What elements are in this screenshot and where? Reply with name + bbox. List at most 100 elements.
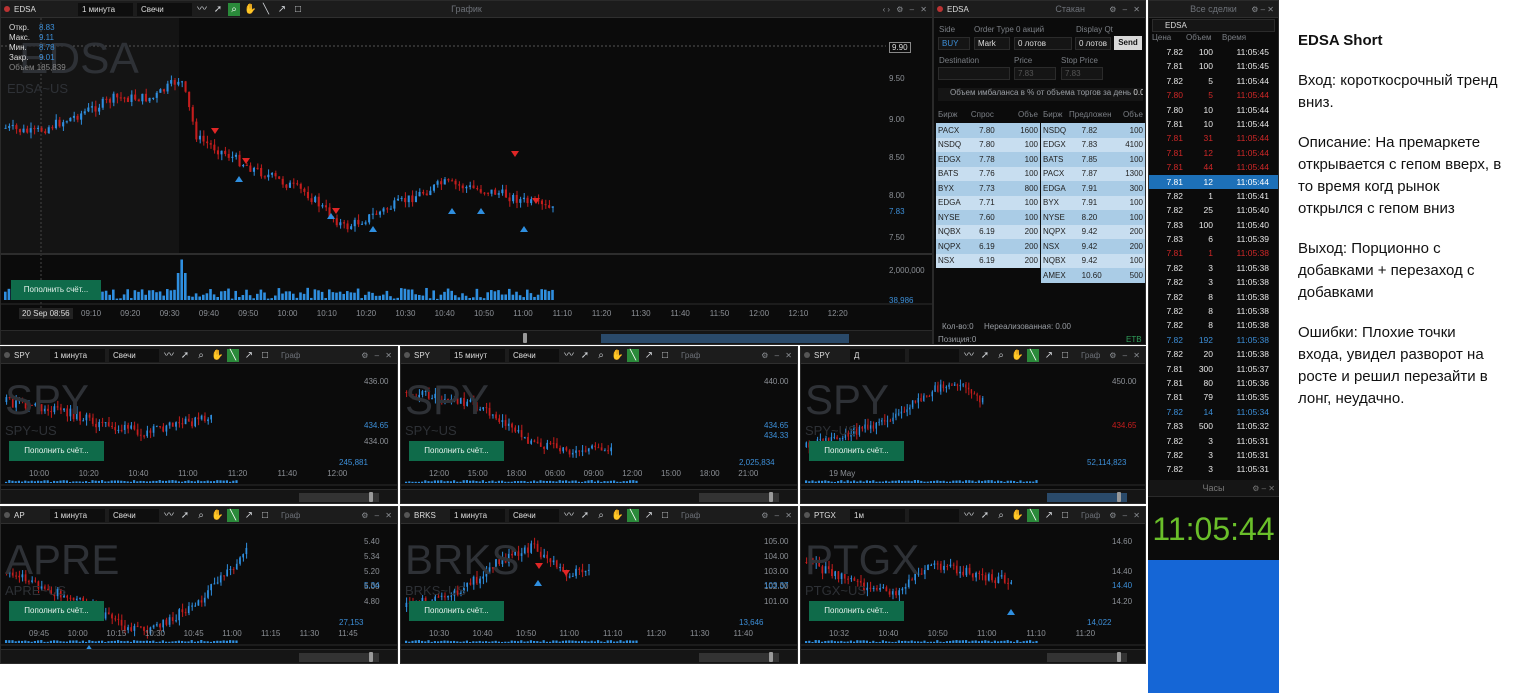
tape-row[interactable]: 7.82 192 11:05:38 [1149,333,1278,347]
interval-select[interactable]: 15 минут [450,348,505,362]
arrow-icon[interactable]: ↗ [643,509,655,522]
zoom-icon[interactable]: ⌕ [228,2,240,16]
book-row[interactable]: NYSE 7.60 100 [936,210,1040,225]
book-row[interactable]: NQPX 9.42 200 [1041,224,1145,239]
book-row[interactable]: NSDQ 7.80 100 [936,137,1040,152]
tape-row[interactable]: 7.82 3 11:05:31 [1149,434,1278,448]
tape-row[interactable]: 7.81 12 11:05:44 [1149,146,1278,160]
tape-row[interactable]: 7.81 300 11:05:37 [1149,362,1278,376]
tape-row[interactable]: 7.83 6 11:05:39 [1149,232,1278,246]
rect-icon[interactable]: □ [259,509,271,522]
zoom-icon[interactable]: ⌕ [595,509,607,522]
quantity-input[interactable]: 0 лотов [1014,37,1072,50]
deposit-button[interactable]: Пополнить счёт... [409,441,504,461]
hand-icon[interactable]: ✋ [211,509,223,522]
line-icon[interactable]: ╲ [1027,508,1039,522]
arrow-icon[interactable]: ↗ [643,349,655,362]
indicator-icon[interactable]: 〰 [563,509,575,522]
hand-icon[interactable]: ✋ [1011,509,1023,522]
tape-row[interactable]: 7.80 5 11:05:44 [1149,88,1278,102]
line-icon[interactable]: ╲ [627,348,639,362]
small-scrollbar[interactable] [801,489,1145,503]
cursor-icon[interactable]: ➚ [979,349,991,362]
link-dot-icon[interactable] [4,6,10,12]
zoom-icon[interactable]: ⌕ [195,509,207,522]
scrollbar-handle[interactable] [769,652,773,662]
interval-select[interactable]: 1 минута [50,508,105,522]
hand-icon[interactable]: ✋ [611,509,623,522]
rect-icon[interactable]: □ [659,349,671,362]
tape-row[interactable]: 7.83 500 11:05:32 [1149,419,1278,433]
arrow-icon[interactable]: ↗ [1043,509,1055,522]
window-controls-icon[interactable]: ⚙ – ✕ [1251,1,1274,18]
line-icon[interactable]: ╲ [627,508,639,522]
rect-icon[interactable]: □ [659,509,671,522]
deposit-button[interactable]: Пополнить счёт... [809,441,904,461]
arrow-icon[interactable]: ↗ [243,509,255,522]
tape-row[interactable]: 7.81 31 11:05:44 [1149,131,1278,145]
tape-symbol-field[interactable]: EDSA [1152,19,1275,32]
link-dot-icon[interactable] [4,352,10,358]
indicator-icon[interactable]: 〰 [196,3,208,16]
book-row[interactable]: NSX 6.19 200 [936,253,1040,268]
book-row[interactable]: NSDQ 7.82 100 [1041,123,1145,138]
line-icon[interactable]: ╲ [227,348,239,362]
window-controls-icon[interactable]: ⚙ – ✕ [1252,480,1275,497]
chart-type-select[interactable]: Свечи [509,348,559,362]
rect-icon[interactable]: □ [259,349,271,362]
scrollbar-handle[interactable] [1117,492,1121,502]
indicator-icon[interactable]: 〰 [963,509,975,522]
book-row[interactable]: EDGX 7.83 4100 [1041,137,1145,152]
deposit-button[interactable]: Пополнить счёт... [409,601,504,621]
book-row[interactable]: PACX 7.80 1600 [936,123,1040,138]
window-controls-icon[interactable]: ⚙ – ✕ [1109,511,1142,520]
interval-select[interactable]: 1 минута [78,2,133,16]
window-controls-icon[interactable]: ⚙ – ✕ [1109,351,1142,360]
link-dot-icon[interactable] [404,352,410,358]
chart-type-select[interactable] [909,348,959,362]
link-dot-icon[interactable] [804,512,810,518]
small-scrollbar[interactable] [1,649,397,663]
tape-row[interactable]: 7.82 8 11:05:38 [1149,290,1278,304]
chart-type-select[interactable]: Свечи [109,508,159,522]
line-icon[interactable]: ╲ [227,508,239,522]
book-row[interactable]: AMEX 10.60 500 [1041,268,1145,283]
scrollbar-handle[interactable] [369,652,373,662]
main-price-chart[interactable] [1,18,933,345]
tape-row[interactable]: 7.81 1 11:05:38 [1149,246,1278,260]
book-row[interactable]: EDGX 7.78 100 [936,152,1040,167]
indicator-icon[interactable]: 〰 [563,349,575,362]
stop-price-input[interactable]: 7.83 [1061,67,1103,80]
book-row[interactable]: NQBX 6.19 200 [936,224,1040,239]
cursor-icon[interactable]: ➚ [979,509,991,522]
symbol-field[interactable]: SPY [814,351,846,360]
scrollbar-handle[interactable] [1117,652,1121,662]
interval-select[interactable]: 1 минута [450,508,505,522]
interval-select[interactable]: 1 минута [50,348,105,362]
cursor-icon[interactable]: ➚ [579,509,591,522]
small-scrollbar[interactable] [801,649,1145,663]
tape-row[interactable]: 7.82 14 11:05:34 [1149,405,1278,419]
price-input[interactable]: 7.83 [1014,67,1056,80]
small-scrollbar[interactable] [401,649,797,663]
hand-icon[interactable]: ✋ [244,3,256,16]
book-row[interactable]: PACX 7.87 1300 [1041,166,1145,181]
chart-type-select[interactable]: Свечи [109,348,159,362]
tape-row[interactable]: 7.81 12 11:05:44 [1149,174,1278,189]
scrollbar-handle[interactable] [769,492,773,502]
window-controls-icon[interactable]: ⚙ – ✕ [761,351,794,360]
cursor-icon[interactable]: ➚ [579,349,591,362]
arrow-icon[interactable]: ↗ [243,349,255,362]
tape-row[interactable]: 7.82 100 11:05:45 [1149,45,1278,59]
symbol-field[interactable]: SPY [414,351,446,360]
line-icon[interactable]: ╲ [260,3,272,16]
indicator-icon[interactable]: 〰 [163,349,175,362]
scrollbar-handle[interactable] [369,492,373,502]
tape-row[interactable]: 7.82 3 11:05:38 [1149,261,1278,275]
book-row[interactable]: NYSE 8.20 100 [1041,210,1145,225]
tape-row[interactable]: 7.82 3 11:05:31 [1149,448,1278,462]
indicator-icon[interactable]: 〰 [963,349,975,362]
chart-type-select[interactable]: Свечи [137,2,192,16]
order-type-select[interactable]: Mark [974,37,1010,50]
window-controls-icon[interactable]: ⚙ – ✕ [761,511,794,520]
